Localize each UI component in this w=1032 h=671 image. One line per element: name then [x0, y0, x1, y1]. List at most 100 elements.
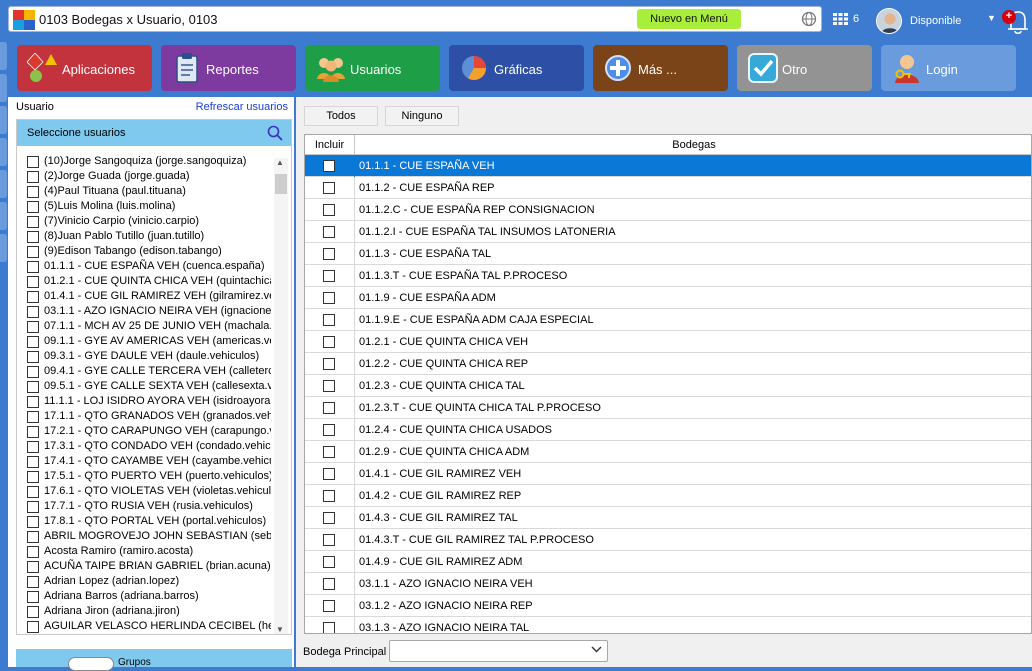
include-checkbox[interactable] — [323, 490, 335, 502]
user-list-item[interactable]: (9)Edison Tabango (edison.tabango) — [17, 244, 271, 259]
user-checkbox[interactable] — [27, 546, 39, 558]
column-header-bodegas[interactable]: Bodegas — [355, 135, 1031, 155]
user-list-item[interactable]: 11.1.1 - LOJ ISIDRO AYORA VEH (isidroayo… — [17, 394, 271, 409]
user-checkbox[interactable] — [27, 501, 39, 513]
include-checkbox[interactable] — [323, 358, 335, 370]
user-checkbox[interactable] — [27, 396, 39, 408]
user-checkbox[interactable] — [27, 621, 39, 633]
user-list-item[interactable]: 17.3.1 - QTO CONDADO VEH (condado.vehicu… — [17, 439, 271, 454]
groups-toggle[interactable] — [68, 657, 114, 671]
user-list-item[interactable]: 17.4.1 - QTO CAYAMBE VEH (cayambe.vehicu… — [17, 454, 271, 469]
include-checkbox[interactable] — [323, 446, 335, 458]
user-checkbox[interactable] — [27, 276, 39, 288]
include-checkbox[interactable] — [323, 402, 335, 414]
user-checkbox[interactable] — [27, 261, 39, 273]
globe-icon[interactable] — [801, 11, 817, 30]
table-row[interactable]: 03.1.2 - AZO IGNACIO NEIRA REP — [305, 595, 1031, 617]
user-checkbox[interactable] — [27, 156, 39, 168]
table-row[interactable]: 03.1.1 - AZO IGNACIO NEIRA VEH — [305, 573, 1031, 595]
status-label[interactable]: Disponible — [910, 15, 961, 27]
user-list-item[interactable]: (7)Vinicio Carpio (vinicio.carpio) — [17, 214, 271, 229]
table-row[interactable]: 01.1.3.T - CUE ESPAÑA TAL P.PROCESO — [305, 265, 1031, 287]
user-list-item[interactable]: 03.1.1 - AZO IGNACIO NEIRA VEH (ignacion… — [17, 304, 271, 319]
apps-grid-icon[interactable] — [833, 13, 848, 28]
table-row[interactable]: 01.1.2.C - CUE ESPAÑA REP CONSIGNACION — [305, 199, 1031, 221]
scroll-up-icon[interactable]: ▲ — [276, 158, 284, 167]
user-list-item[interactable]: 17.7.1 - QTO RUSIA VEH (rusia.vehiculos) — [17, 499, 271, 514]
table-row[interactable]: 01.2.1 - CUE QUINTA CHICA VEH — [305, 331, 1031, 353]
table-row[interactable]: 01.1.9.E - CUE ESPAÑA ADM CAJA ESPECIAL — [305, 309, 1031, 331]
user-list-item[interactable]: ACUÑA TAIPE BRIAN GABRIEL (brian.acuna) — [17, 559, 271, 574]
user-checkbox[interactable] — [27, 516, 39, 528]
user-checkbox[interactable] — [27, 381, 39, 393]
table-row[interactable]: 01.4.3.T - CUE GIL RAMIREZ TAL P.PROCESO — [305, 529, 1031, 551]
new-in-menu-button[interactable]: Nuevo en Menú — [637, 9, 741, 29]
include-checkbox[interactable] — [323, 622, 335, 633]
column-header-incluir[interactable]: Incluir — [305, 135, 355, 155]
user-list-item[interactable]: 17.5.1 - QTO PUERTO VEH (puerto.vehiculo… — [17, 469, 271, 484]
user-checkbox[interactable] — [27, 576, 39, 588]
include-checkbox[interactable] — [323, 556, 335, 568]
include-checkbox[interactable] — [323, 336, 335, 348]
table-row[interactable]: 01.4.9 - CUE GIL RAMIREZ ADM — [305, 551, 1031, 573]
user-list-item[interactable]: 01.2.1 - CUE QUINTA CHICA VEH (quintachi… — [17, 274, 271, 289]
user-checkbox[interactable] — [27, 486, 39, 498]
user-list-item[interactable]: AGUILAR VELASCO HERLINDA CECIBEL (herli — [17, 619, 271, 634]
table-row[interactable]: 01.1.3 - CUE ESPAÑA TAL — [305, 243, 1031, 265]
user-checkbox[interactable] — [27, 456, 39, 468]
user-list-item[interactable]: Adrian Lopez (adrian.lopez) — [17, 574, 271, 589]
user-list-item[interactable]: 01.1.1 - CUE ESPAÑA VEH (cuenca.españa) — [17, 259, 271, 274]
scroll-thumb[interactable] — [275, 174, 287, 194]
user-list-item[interactable]: (2)Jorge Guada (jorge.guada) — [17, 169, 271, 184]
user-list-item[interactable]: ABRIL MOGROVEJO JOHN SEBASTIAN (sebas — [17, 529, 271, 544]
table-row[interactable]: 01.1.2.I - CUE ESPAÑA TAL INSUMOS LATONE… — [305, 221, 1031, 243]
select-all-button[interactable]: Todos — [304, 106, 378, 126]
user-checkbox[interactable] — [27, 561, 39, 573]
user-checkbox[interactable] — [27, 441, 39, 453]
user-checkbox[interactable] — [27, 591, 39, 603]
table-row[interactable]: 01.2.4 - CUE QUINTA CHICA USADOS — [305, 419, 1031, 441]
user-list-item[interactable]: 09.4.1 - GYE CALLE TERCERA VEH (calleter… — [17, 364, 271, 379]
include-checkbox[interactable] — [323, 380, 335, 392]
user-checkbox[interactable] — [27, 471, 39, 483]
user-list-item[interactable]: 17.1.1 - QTO GRANADOS VEH (granados.vehi… — [17, 409, 271, 424]
include-checkbox[interactable] — [323, 578, 335, 590]
include-checkbox[interactable] — [323, 204, 335, 216]
table-row[interactable]: 01.2.2 - CUE QUINTA CHICA REP — [305, 353, 1031, 375]
include-checkbox[interactable] — [323, 226, 335, 238]
scroll-down-icon[interactable]: ▼ — [276, 625, 284, 634]
user-list-item[interactable]: Acosta Ramiro (ramiro.acosta) — [17, 544, 271, 559]
select-none-button[interactable]: Ninguno — [385, 106, 459, 126]
table-row[interactable]: 01.4.2 - CUE GIL RAMIREZ REP — [305, 485, 1031, 507]
search-icon[interactable] — [267, 125, 283, 144]
mas-button[interactable]: Más ... — [593, 45, 728, 91]
user-checkbox[interactable] — [27, 216, 39, 228]
table-row[interactable]: 03.1.3 - AZO IGNACIO NEIRA TAL — [305, 617, 1031, 633]
table-row[interactable]: 01.1.1 - CUE ESPAÑA VEH — [305, 155, 1031, 177]
user-list-item[interactable]: 09.5.1 - GYE CALLE SEXTA VEH (callesexta… — [17, 379, 271, 394]
user-list-item[interactable]: Adriana Jiron (adriana.jiron) — [17, 604, 271, 619]
user-list-item[interactable]: 07.1.1 - MCH AV 25 DE JUNIO VEH (machala… — [17, 319, 271, 334]
include-checkbox[interactable] — [323, 600, 335, 612]
graficas-button[interactable]: Gráficas — [449, 45, 584, 91]
reportes-button[interactable]: Reportes — [161, 45, 296, 91]
user-checkbox[interactable] — [27, 321, 39, 333]
user-list-item[interactable]: 17.6.1 - QTO VIOLETAS VEH (violetas.vehi… — [17, 484, 271, 499]
user-checkbox[interactable] — [27, 411, 39, 423]
user-list-item[interactable]: 17.8.1 - QTO PORTAL VEH (portal.vehiculo… — [17, 514, 271, 529]
table-row[interactable]: 01.4.1 - CUE GIL RAMIREZ VEH — [305, 463, 1031, 485]
user-list-item[interactable]: (4)Paul Tituana (paul.tituana) — [17, 184, 271, 199]
include-checkbox[interactable] — [323, 248, 335, 260]
table-row[interactable]: 01.2.9 - CUE QUINTA CHICA ADM — [305, 441, 1031, 463]
user-checkbox[interactable] — [27, 426, 39, 438]
include-checkbox[interactable] — [323, 314, 335, 326]
avatar[interactable] — [876, 8, 902, 34]
user-checkbox[interactable] — [27, 606, 39, 618]
main-warehouse-select[interactable] — [389, 640, 608, 662]
notifications-bell[interactable]: + — [1001, 7, 1032, 37]
include-checkbox[interactable] — [323, 534, 335, 546]
user-list-item[interactable]: 09.1.1 - GYE AV AMERICAS VEH (americas.v… — [17, 334, 271, 349]
user-checkbox[interactable] — [27, 366, 39, 378]
include-checkbox[interactable] — [323, 468, 335, 480]
user-list-item[interactable]: (5)Luis Molina (luis.molina) — [17, 199, 271, 214]
